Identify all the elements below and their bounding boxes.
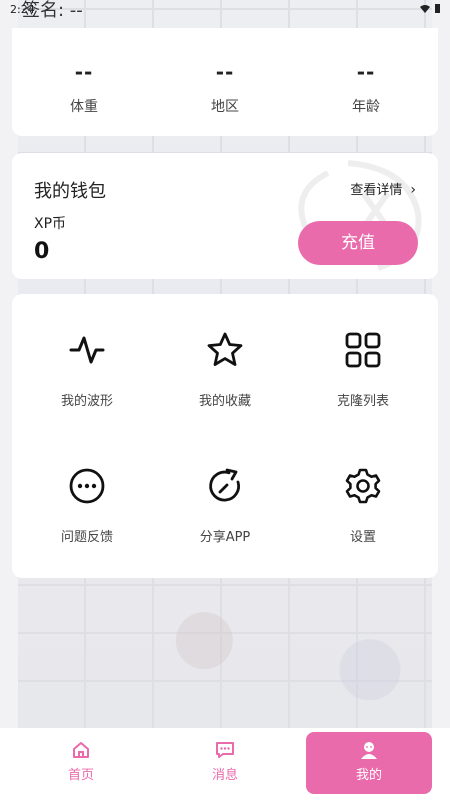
- stat-age: -- 年龄: [296, 60, 436, 116]
- chat-dots-icon: [69, 468, 105, 504]
- message-icon: [216, 742, 234, 758]
- stat-region-value: --: [215, 60, 235, 84]
- battery-icon: [435, 4, 440, 13]
- menu-item-clone-list[interactable]: 克隆列表: [292, 330, 434, 440]
- stat-region-label: 地区: [211, 99, 239, 115]
- tab-home[interactable]: 首页: [18, 732, 144, 794]
- bottom-tab-bar: 首页 消息 我的: [0, 728, 450, 800]
- currency-label: XP币: [34, 216, 67, 232]
- menu-item-feedback[interactable]: 问题反馈: [16, 466, 158, 576]
- share-icon: [209, 468, 240, 502]
- menu-label-waveform: 我的波形: [60, 394, 113, 409]
- status-time: 2:24: [10, 3, 35, 16]
- wallet-detail-label: 查看详情: [350, 183, 403, 198]
- status-bar: 2:24: [0, 0, 450, 22]
- stat-age-label: 年龄: [352, 99, 380, 115]
- menu-label-clone-list: 克隆列表: [336, 394, 389, 409]
- stat-weight-value: --: [74, 60, 94, 84]
- wallet-card: 我的钱包 查看详情 › XP币 0 充值: [12, 153, 438, 279]
- tab-profile[interactable]: 我的: [306, 732, 432, 794]
- stat-weight-label: 体重: [70, 99, 98, 115]
- menu-item-share[interactable]: 分享APP: [154, 466, 296, 576]
- tab-home-label: 首页: [67, 768, 94, 783]
- feature-menu-card: 我的波形 我的收藏 克隆列表 问题反馈 分享APP 设置: [12, 294, 438, 578]
- menu-item-favorites[interactable]: 我的收藏: [154, 330, 296, 440]
- grid-icon: [345, 332, 381, 368]
- star-icon: [207, 332, 243, 366]
- recharge-button[interactable]: 充值: [298, 221, 418, 265]
- tab-profile-label: 我的: [355, 768, 382, 783]
- stat-age-value: --: [356, 60, 376, 84]
- menu-label-feedback: 问题反馈: [60, 530, 113, 545]
- chevron-right-icon: ›: [410, 182, 416, 198]
- wallet-balance: 0: [34, 239, 50, 264]
- waveform-icon: [69, 336, 105, 364]
- profile-icon: [361, 742, 377, 759]
- wifi-icon: [419, 5, 430, 13]
- stat-weight: -- 体重: [14, 60, 154, 116]
- wallet-detail-link[interactable]: 查看详情 ›: [350, 179, 416, 198]
- menu-label-settings: 设置: [349, 530, 376, 545]
- tab-messages-label: 消息: [211, 768, 238, 783]
- menu-item-settings[interactable]: 设置: [292, 466, 434, 576]
- home-icon: [73, 742, 89, 758]
- stat-region: -- 地区: [155, 60, 295, 116]
- profile-stats-card: -- 体重 -- 地区 -- 年龄: [12, 28, 438, 136]
- gear-icon: [345, 468, 381, 504]
- tab-messages[interactable]: 消息: [162, 732, 288, 794]
- status-icons: [419, 3, 440, 16]
- menu-item-waveform[interactable]: 我的波形: [16, 330, 158, 440]
- menu-label-share: 分享APP: [199, 530, 251, 545]
- wallet-title: 我的钱包: [34, 181, 106, 202]
- menu-label-favorites: 我的收藏: [198, 394, 251, 409]
